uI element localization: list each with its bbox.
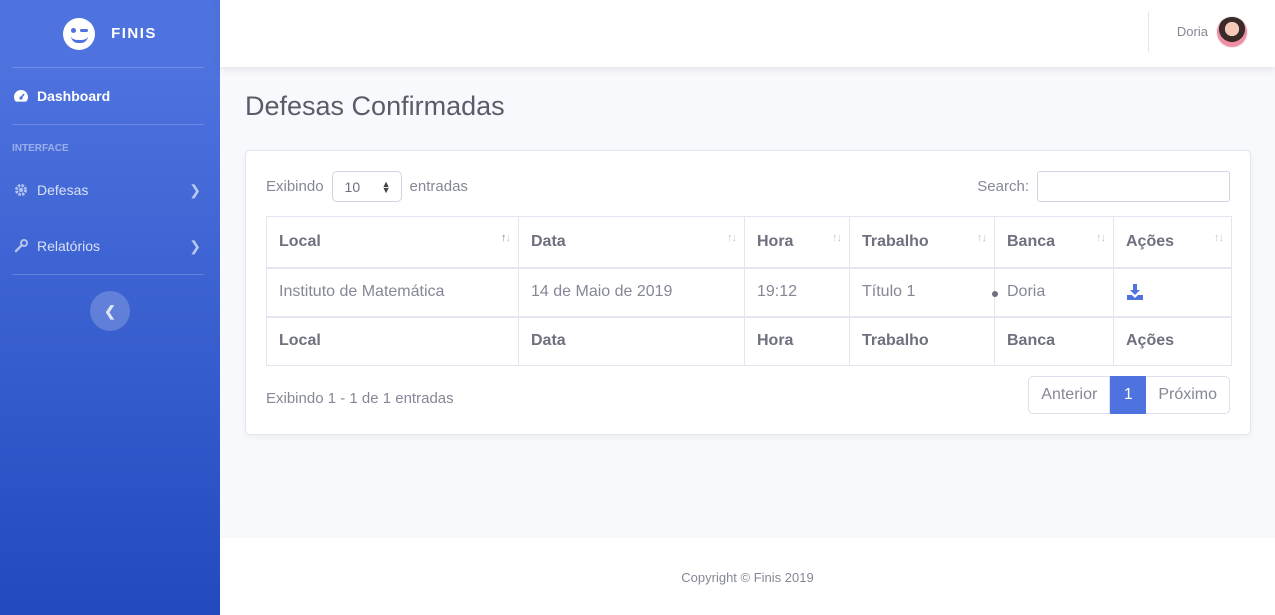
cell-acoes: [1113, 267, 1232, 317]
sort-icon: ↑↓: [1096, 232, 1106, 244]
footer-col-acoes: Ações: [1113, 315, 1232, 366]
footer-col-banca: Banca: [994, 315, 1114, 366]
footer: Copyright © Finis 2019: [220, 538, 1275, 615]
winking-face-icon: [63, 17, 96, 50]
cog-icon: [13, 183, 29, 197]
defesas-table: Local ↑↓ Data ↑↓ Hora ↑↓ Trabalho ↑↓ Banca ↑↓…: [266, 216, 1232, 366]
column-header-trabalho[interactable]: Trabalho ↑↓: [849, 216, 995, 269]
sort-icon: ↑↓: [1214, 232, 1224, 244]
select-arrows-icon: ▲ ▼: [381, 178, 391, 195]
cell-banca: Doria: [992, 267, 1114, 317]
topbar: Doria: [220, 0, 1275, 67]
tachometer-icon: [13, 89, 29, 103]
page-title: Defesas Confirmadas: [245, 91, 505, 121]
cell-data: 14 de Maio de 2019: [518, 267, 745, 317]
download-icon[interactable]: [1126, 283, 1144, 301]
table-footer-row: Local Data Hora Trabalho Banca Ações: [266, 315, 1232, 366]
copyright: Copyright © Finis 2019: [681, 570, 814, 585]
chevron-left-icon: ❮: [104, 302, 116, 319]
sidebar-item-label: Defesas: [37, 182, 89, 198]
footer-col-local: Local: [266, 315, 519, 366]
cell-hora: 19:12: [744, 267, 850, 317]
sidebar-item-dashboard[interactable]: Dashboard: [0, 68, 220, 124]
pagination-page-1[interactable]: 1: [1110, 376, 1147, 414]
sort-icon: ↑↓: [501, 232, 511, 244]
sidebar: FINIS Dashboard INTERFACE Defesas ❯ Rela…: [0, 0, 220, 615]
sort-icon: ↑↓: [832, 232, 842, 244]
footer-col-data: Data: [518, 315, 745, 366]
search-label: Search:: [977, 178, 1029, 195]
sidebar-item-label: Dashboard: [37, 88, 111, 104]
sort-icon: ↑↓: [977, 232, 987, 244]
topbar-divider: [1148, 12, 1149, 52]
length-control: Exibindo 10 ▲ ▼ entradas: [266, 171, 468, 202]
sidebar-item-relatorios[interactable]: Relatórios ❯: [0, 218, 220, 274]
pagination: Anterior 1 Próximo: [1028, 376, 1230, 414]
search-input[interactable]: [1037, 171, 1230, 202]
chevron-right-icon: ❯: [189, 181, 201, 198]
sort-icon: ↑↓: [727, 232, 737, 244]
column-header-local[interactable]: Local ↑↓: [266, 216, 519, 269]
cell-local: Instituto de Matemática: [266, 267, 519, 317]
banca-member: Doria: [1007, 283, 1046, 300]
table-row: Instituto de Matemática 14 de Maio de 20…: [266, 267, 1232, 317]
cell-trabalho: Título 1: [849, 267, 995, 317]
length-suffix: entradas: [409, 178, 468, 195]
footer-col-trabalho: Trabalho: [849, 315, 995, 366]
column-header-banca[interactable]: Banca ↑↓: [994, 216, 1114, 269]
sidebar-divider: [12, 274, 204, 275]
sidebar-toggle-button[interactable]: ❮: [90, 291, 130, 331]
user-name[interactable]: Doria: [1177, 24, 1208, 39]
search-control: Search:: [977, 171, 1230, 202]
footer-col-hora: Hora: [744, 315, 850, 366]
column-header-hora[interactable]: Hora ↑↓: [744, 216, 850, 269]
brand-name: FINIS: [111, 25, 157, 42]
table-info: Exibindo 1 - 1 de 1 entradas: [266, 390, 454, 407]
length-prefix: Exibindo: [266, 178, 324, 195]
entries-select-value: 10: [344, 178, 361, 195]
column-header-acoes[interactable]: Ações ↑↓: [1113, 216, 1232, 269]
column-header-data[interactable]: Data ↑↓: [518, 216, 745, 269]
pagination-previous[interactable]: Anterior: [1028, 376, 1111, 414]
brand[interactable]: FINIS: [0, 0, 220, 67]
sidebar-item-defesas[interactable]: Defesas ❯: [0, 162, 220, 218]
wrench-icon: [13, 239, 29, 253]
sidebar-item-label: Relatórios: [37, 238, 101, 254]
entries-select[interactable]: 10 ▲ ▼: [331, 171, 402, 202]
chevron-right-icon: ❯: [189, 237, 201, 254]
pagination-next[interactable]: Próximo: [1146, 376, 1230, 414]
table-header-row: Local ↑↓ Data ↑↓ Hora ↑↓ Trabalho ↑↓ Banca ↑↓…: [266, 216, 1232, 269]
sidebar-heading: INTERFACE: [12, 143, 69, 154]
avatar[interactable]: [1216, 16, 1248, 48]
data-table-card: Exibindo 10 ▲ ▼ entradas Search: Local ↑↓ …: [245, 150, 1251, 435]
